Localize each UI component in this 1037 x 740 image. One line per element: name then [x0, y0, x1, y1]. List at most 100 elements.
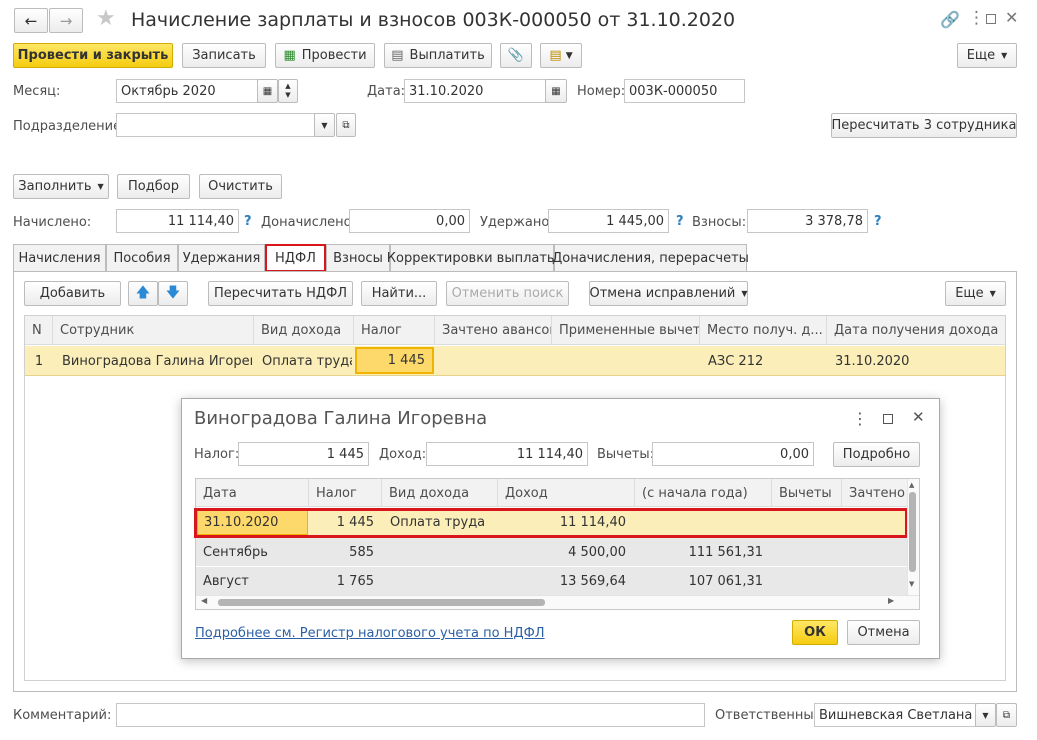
extra-field[interactable]: 0,00	[349, 209, 470, 233]
scroll-left-icon[interactable]: ◀	[201, 596, 207, 605]
select-button[interactable]: Подбор	[117, 174, 190, 199]
dlg-col-date[interactable]: Дата	[196, 479, 309, 507]
register-link[interactable]: Подробнее см. Регистр налогового учета п…	[195, 626, 545, 641]
col-advances[interactable]: Зачтено авансов	[435, 316, 552, 345]
dlg-row-type	[390, 538, 495, 567]
cancel-corrections-button[interactable]: Отмена исправлений ▼	[589, 281, 748, 306]
row-n: 1	[34, 353, 44, 369]
print-icon: ▤	[549, 48, 562, 63]
back-button[interactable]: ←	[14, 8, 48, 33]
month-calendar-button[interactable]: ▦	[257, 79, 278, 103]
cancel-search-button[interactable]: Отменить поиск	[446, 281, 569, 306]
dlg-col-type[interactable]: Вид дохода	[382, 479, 498, 507]
dialog-income-value: 11 114,40	[516, 446, 583, 462]
responsible-open-button[interactable]: ⧉	[996, 703, 1017, 727]
menu-dots-icon[interactable]: ⋮	[968, 8, 985, 28]
post-button[interactable]: ▦ Провести	[275, 43, 375, 68]
dept-dropdown-button[interactable]: ▼	[314, 113, 335, 137]
move-down-button[interactable]: 🡇	[158, 281, 188, 306]
fill-button[interactable]: Заполнить ▼	[13, 174, 109, 199]
date-calendar-button[interactable]: ▦	[545, 79, 567, 103]
responsible-label: Ответственный:	[715, 708, 827, 723]
scroll-right-icon[interactable]: ▶	[888, 596, 894, 605]
tab-accruals[interactable]: Начисления	[13, 244, 106, 271]
clear-button[interactable]: Очистить	[199, 174, 282, 199]
save-button[interactable]: Записать	[182, 43, 266, 68]
print-button[interactable]: ▤ ▼	[540, 43, 582, 68]
post-button-label: Провести	[301, 48, 367, 63]
dlg-col-offset[interactable]: Зачтено а	[842, 479, 907, 507]
link-icon[interactable]: 🔗	[940, 10, 960, 29]
recalc-employees-button[interactable]: Пересчитать 3 сотрудника	[831, 113, 1017, 138]
dept-field[interactable]	[116, 113, 315, 137]
accrued-field[interactable]: 11 114,40	[116, 209, 239, 233]
ndfl-more-button[interactable]: Еще ▼	[945, 281, 1006, 306]
date-label: Дата:	[367, 84, 406, 99]
col-place[interactable]: Место получ. д...	[700, 316, 827, 345]
dlg-col-ytd[interactable]: (с начала года)	[635, 479, 772, 507]
attach-button[interactable]: 📎	[500, 43, 532, 68]
scroll-down-icon[interactable]: ▼	[909, 580, 914, 588]
tab-recalculations[interactable]: Доначисления, перерасчеты	[552, 244, 749, 271]
maximize-icon[interactable]	[986, 14, 996, 24]
tab-benefits[interactable]: Пособия	[106, 244, 178, 271]
tab-contributions[interactable]: Взносы	[326, 244, 390, 271]
tab-ndfl[interactable]: НДФЛ	[265, 244, 326, 272]
accrued-label: Начислено:	[13, 215, 92, 230]
month-stepper[interactable]: ▲ ▼	[278, 79, 298, 103]
help-icon[interactable]: ?	[676, 214, 684, 229]
post-and-close-button[interactable]: Провести и закрыть	[13, 43, 173, 68]
close-icon[interactable]: ✕	[1005, 8, 1018, 27]
help-icon[interactable]: ?	[244, 214, 252, 229]
col-tax[interactable]: Налог	[354, 316, 435, 345]
forward-button[interactable]: →	[49, 8, 83, 33]
dlg-col-ded[interactable]: Вычеты	[772, 479, 842, 507]
number-field[interactable]: 003К-000050	[624, 79, 745, 103]
close-icon[interactable]: ✕	[912, 408, 925, 426]
recalc-ndfl-button[interactable]: Пересчитать НДФЛ	[208, 281, 353, 306]
arrow-up-icon: 🡅	[135, 284, 151, 301]
dlg-col-income[interactable]: Доход	[498, 479, 635, 507]
withheld-field[interactable]: 1 445,00	[548, 209, 669, 233]
dept-open-button[interactable]: ⧉	[336, 113, 356, 137]
find-button[interactable]: Найти...	[361, 281, 437, 306]
detail-button[interactable]: Подробно	[833, 442, 920, 467]
comment-field[interactable]	[116, 703, 705, 727]
menu-dots-icon[interactable]: ⋮	[852, 409, 868, 428]
post-icon: ▦	[283, 48, 296, 63]
maximize-icon[interactable]	[883, 414, 893, 424]
star-icon[interactable]: ★	[96, 6, 116, 31]
chevron-down-icon: ▼	[989, 289, 996, 298]
responsible-field[interactable]: Вишневская Светлана Ни	[814, 703, 976, 727]
dialog-ded-field[interactable]: 0,00	[652, 442, 814, 466]
col-deductions[interactable]: Примененные вычеты	[552, 316, 700, 345]
dialog-tax-field[interactable]: 1 445	[238, 442, 369, 466]
tab-payment-corrections[interactable]: Корректировки выплаты	[387, 244, 557, 271]
add-button[interactable]: Добавить	[24, 281, 121, 306]
dlg-col-tax[interactable]: Налог	[309, 479, 382, 507]
dlg-row-ytd: 107 061,31	[688, 573, 763, 589]
dialog-income-field[interactable]: 11 114,40	[426, 442, 588, 466]
month-field[interactable]: Октябрь 2020	[116, 79, 258, 103]
pay-button[interactable]: ▤ Выплатить	[384, 43, 492, 68]
ok-button[interactable]: ОК	[792, 620, 838, 645]
row-tax-cell[interactable]: 1 445	[355, 347, 434, 374]
dlg-row-tax: 1 765	[336, 573, 374, 589]
date-field[interactable]: 31.10.2020	[404, 79, 546, 103]
tab-deductions[interactable]: Удержания	[178, 244, 265, 271]
help-icon[interactable]: ?	[874, 214, 882, 229]
horizontal-scroll-thumb[interactable]	[218, 599, 545, 606]
more-button[interactable]: Еще ▼	[957, 43, 1017, 68]
col-income-date[interactable]: Дата получения дохода	[827, 316, 1005, 345]
responsible-dropdown-button[interactable]: ▼	[975, 703, 996, 727]
dialog-cancel-button[interactable]: Отмена	[847, 620, 920, 645]
vertical-scroll-thumb[interactable]	[909, 492, 916, 572]
col-employee[interactable]: Сотрудник	[53, 316, 254, 345]
dept-label: Подразделение:	[13, 119, 126, 134]
col-n[interactable]: N	[25, 316, 53, 345]
col-income-type[interactable]: Вид дохода	[254, 316, 354, 345]
withheld-label: Удержано:	[480, 215, 554, 230]
move-up-button[interactable]: 🡅	[128, 281, 158, 306]
scroll-up-icon[interactable]: ▲	[909, 481, 914, 489]
contrib-field[interactable]: 3 378,78	[747, 209, 868, 233]
